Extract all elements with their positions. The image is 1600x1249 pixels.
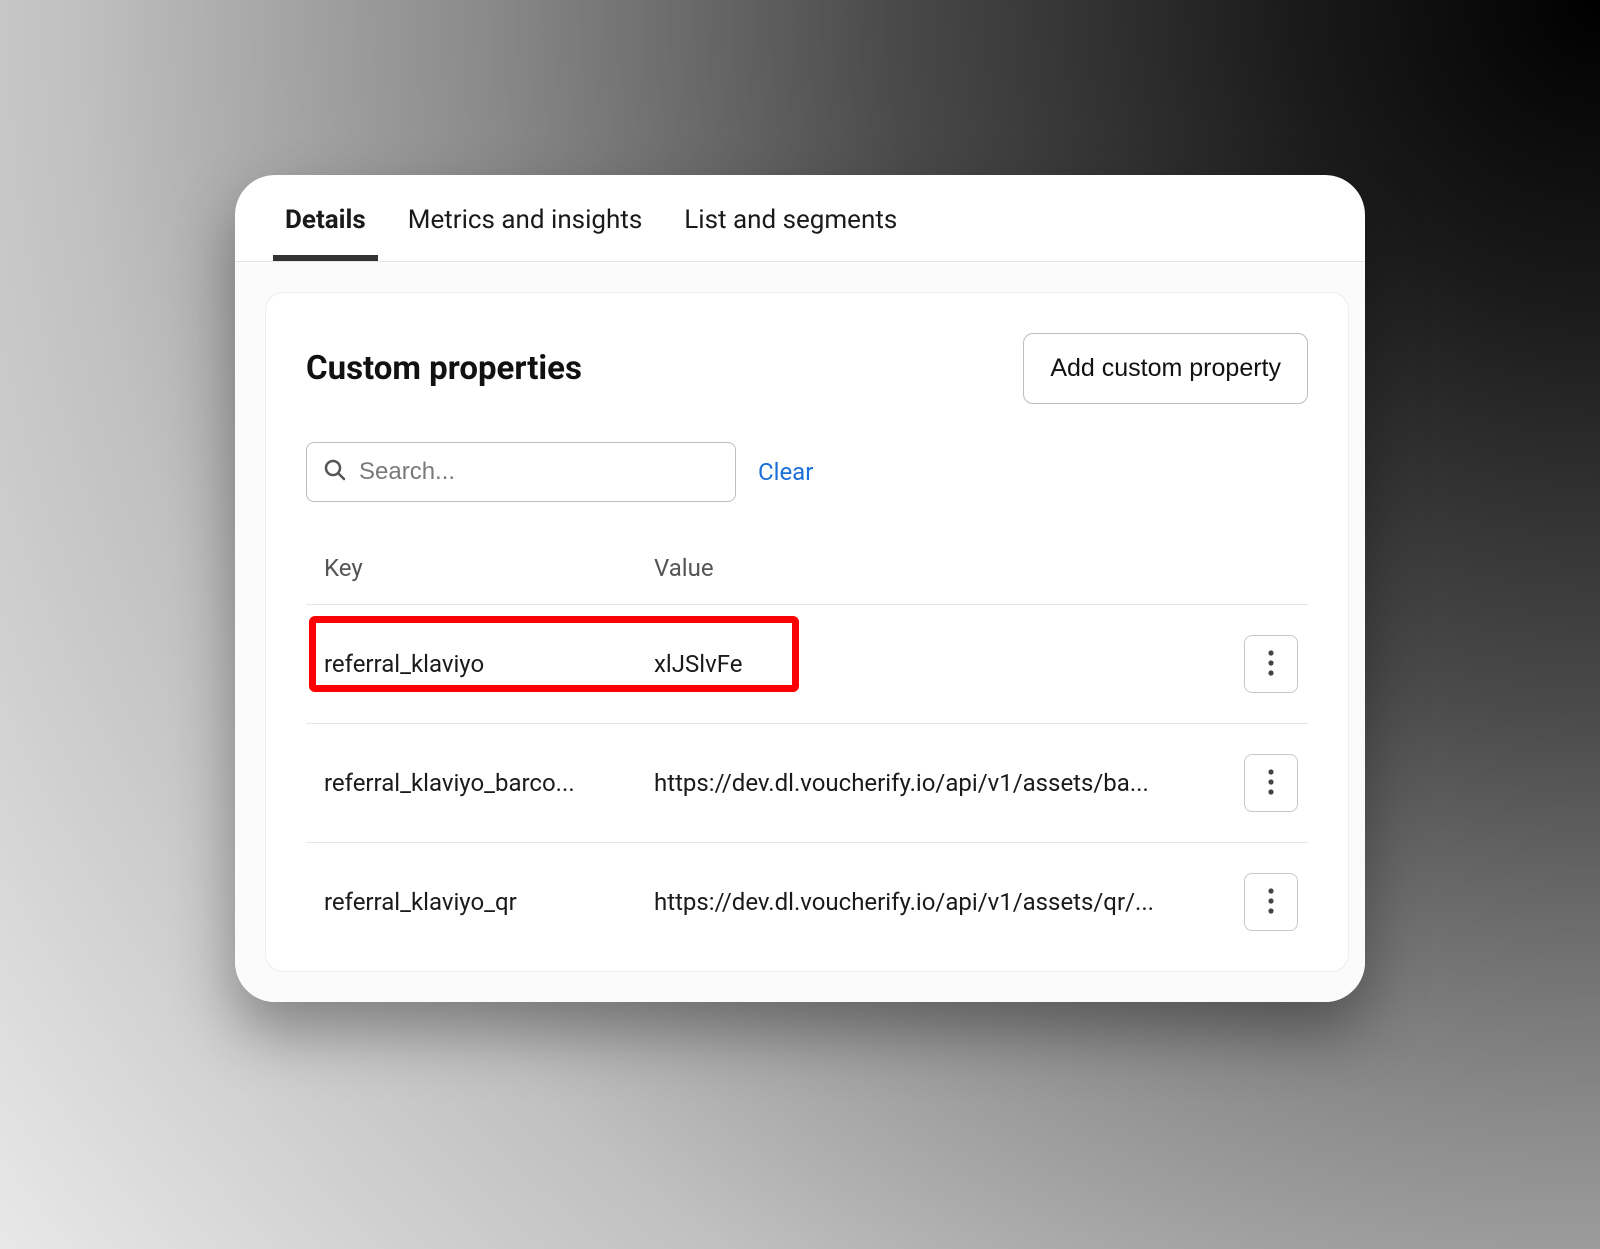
column-header-value: Value [654, 554, 1228, 582]
property-key: referral_klaviyo_barco... [324, 769, 654, 797]
tab-details[interactable]: Details [285, 205, 366, 261]
tab-metrics[interactable]: Metrics and insights [408, 205, 642, 261]
content-wrap: Custom properties Add custom property Cl… [235, 262, 1365, 1002]
property-value: xlJSlvFe [654, 650, 1228, 678]
table-row: referral_klaviyo_barco... https://dev.dl… [306, 724, 1308, 843]
properties-table: Key Value referral_klaviyo xlJSlvFe [306, 532, 1308, 961]
custom-properties-panel: Custom properties Add custom property Cl… [265, 292, 1349, 972]
more-vertical-icon [1268, 769, 1274, 798]
tab-list-segments[interactable]: List and segments [684, 205, 897, 261]
search-row: Clear [306, 442, 1308, 502]
add-custom-property-button[interactable]: Add custom property [1023, 333, 1308, 404]
clear-link[interactable]: Clear [758, 458, 813, 486]
tabs-bar: Details Metrics and insights List and se… [235, 175, 1365, 262]
property-value: https://dev.dl.voucherify.io/api/v1/asse… [654, 888, 1228, 916]
property-key: referral_klaviyo_qr [324, 888, 654, 916]
column-header-actions [1228, 554, 1298, 582]
column-header-key: Key [324, 554, 654, 582]
table-row: referral_klaviyo_qr https://dev.dl.vouch… [306, 843, 1308, 961]
row-actions-button[interactable] [1244, 873, 1298, 931]
main-card: Details Metrics and insights List and se… [235, 175, 1365, 1002]
more-vertical-icon [1268, 888, 1274, 917]
property-key: referral_klaviyo [324, 650, 654, 678]
panel-header: Custom properties Add custom property [306, 333, 1308, 404]
table-header: Key Value [306, 532, 1308, 605]
search-box[interactable] [306, 442, 736, 502]
more-vertical-icon [1268, 650, 1274, 679]
search-icon [323, 458, 347, 486]
row-actions-button[interactable] [1244, 635, 1298, 693]
property-value: https://dev.dl.voucherify.io/api/v1/asse… [654, 769, 1228, 797]
panel-title: Custom properties [306, 349, 582, 388]
table-row: referral_klaviyo xlJSlvFe [306, 605, 1308, 724]
search-input[interactable] [359, 458, 719, 486]
row-actions-button[interactable] [1244, 754, 1298, 812]
